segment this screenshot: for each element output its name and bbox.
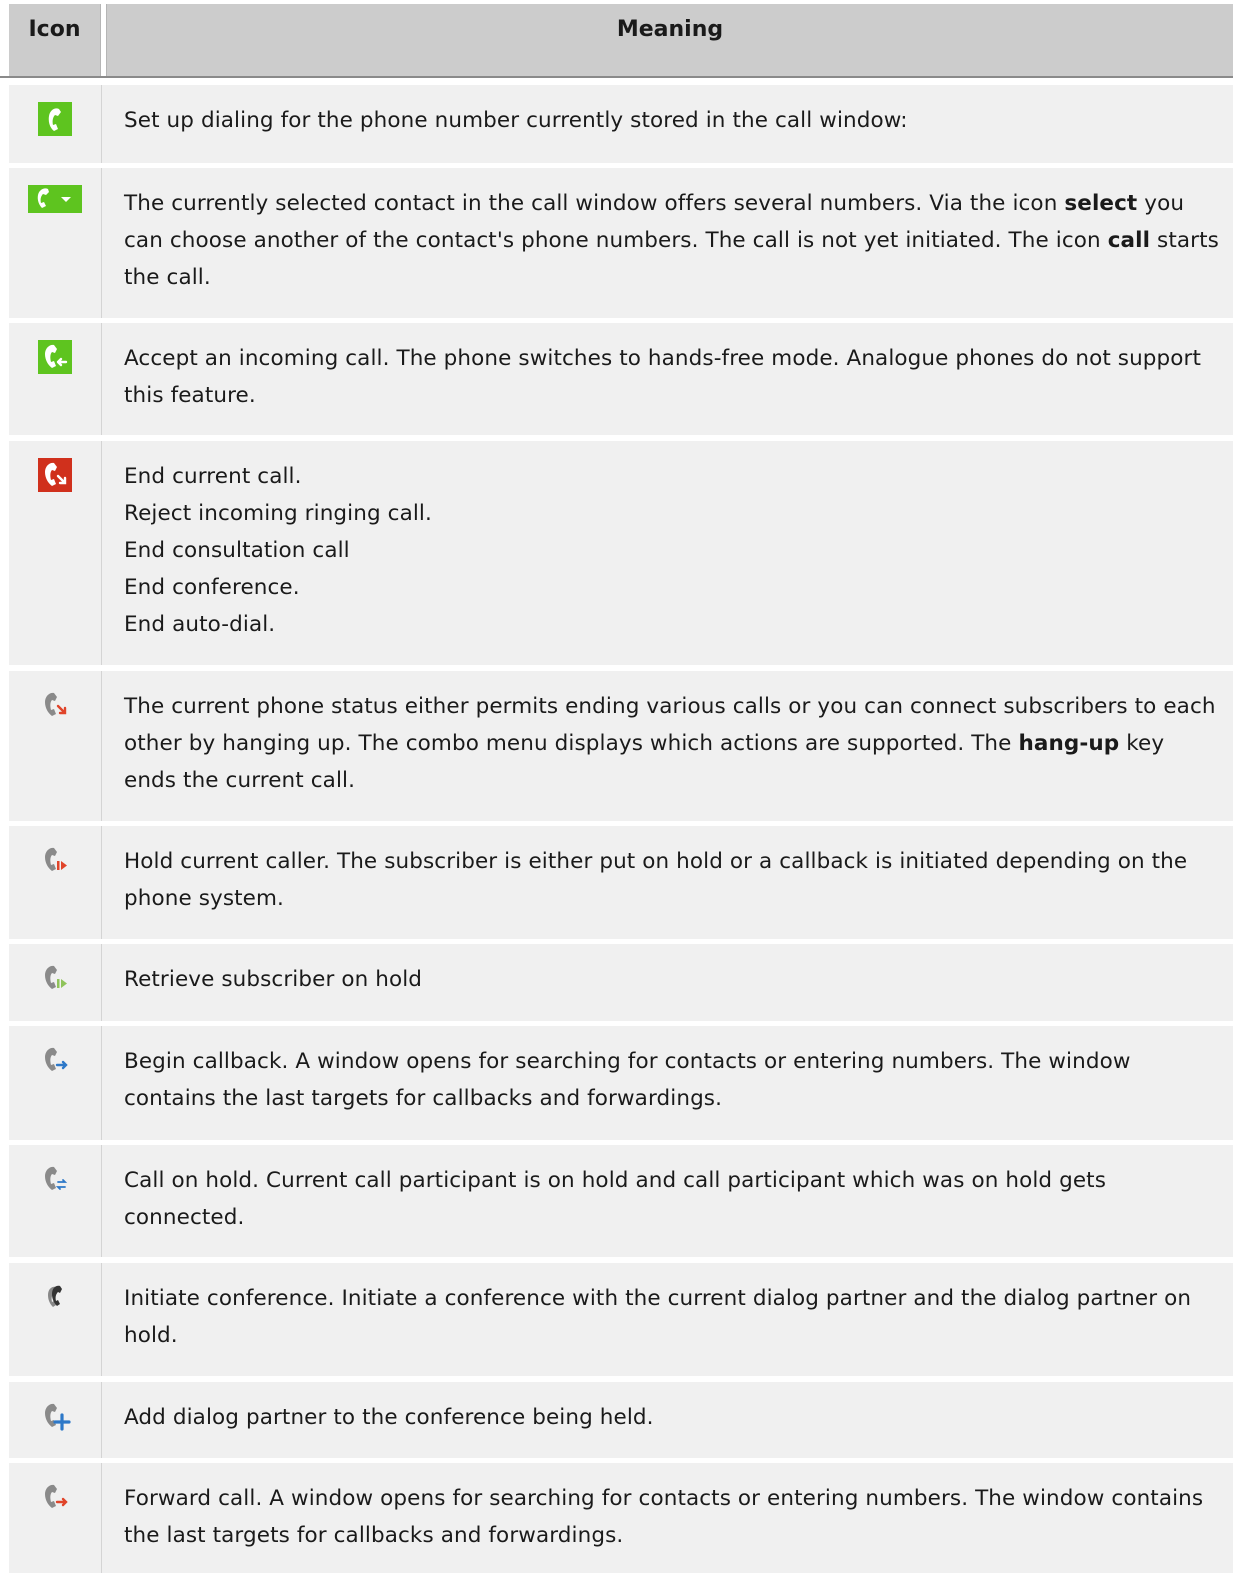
icon-cell (9, 671, 102, 821)
phone-hold-icon (38, 843, 72, 877)
meaning-segment: Hold current caller. The subscriber is e… (124, 849, 1188, 911)
phone-forward-icon (38, 1480, 72, 1514)
table-row: Set up dialing for the phone number curr… (9, 85, 1233, 163)
meaning-line: End conference. (124, 575, 300, 600)
table-row: Begin callback. A window opens for searc… (9, 1026, 1233, 1140)
header-icon-column: Icon (9, 4, 101, 77)
table-row: Hold current caller. The subscriber is e… (9, 826, 1233, 939)
meaning-keyword: hang-up (1018, 731, 1120, 756)
meaning-keyword: select (1064, 191, 1138, 216)
meaning-segment: Begin callback. A window opens for searc… (124, 1049, 1131, 1111)
meaning-text: Call on hold. Current call participant i… (124, 1162, 1221, 1236)
icon-cell (9, 1145, 102, 1257)
meaning-segment: Set up dialing for the phone number curr… (124, 108, 908, 133)
table-row: Forward call. A window opens for searchi… (9, 1463, 1233, 1573)
icon-cell (9, 1026, 102, 1140)
meaning-text: Forward call. A window opens for searchi… (124, 1480, 1221, 1554)
icon-cell (9, 323, 102, 435)
phone-toggle-icon (38, 1162, 72, 1196)
meaning-segment: Retrieve subscriber on hold (124, 967, 423, 992)
table-row: Initiate conference. Initiate a conferen… (9, 1263, 1233, 1376)
meaning-text: Accept an incoming call. The phone switc… (124, 340, 1221, 414)
table-row: Accept an incoming call. The phone switc… (9, 323, 1233, 435)
header-divider (0, 76, 1233, 78)
meaning-text: End current call. Reject incoming ringing… (124, 458, 1221, 643)
icon-cell (9, 1463, 102, 1573)
meaning-segment: Accept an incoming call. The phone switc… (124, 346, 1202, 408)
phone-green-icon (38, 102, 72, 136)
icon-cell (9, 441, 102, 665)
table-row: Add dialog partner to the conference bei… (9, 1382, 1233, 1458)
phone-hangup-grey-icon (38, 688, 72, 722)
meaning-segment: Call on hold. Current call participant i… (124, 1168, 1106, 1230)
icon-cell (9, 1263, 102, 1376)
table-row: End current call. Reject incoming ringing… (9, 441, 1233, 665)
meaning-line: Reject incoming ringing call. (124, 501, 432, 526)
meaning-text: Begin callback. A window opens for searc… (124, 1043, 1221, 1117)
table-row: The current phone status either permits … (9, 671, 1233, 821)
phone-conference-icon (38, 1280, 72, 1314)
table-row: Retrieve subscriber on hold (9, 944, 1233, 1021)
table-row: Call on hold. Current call participant i… (9, 1145, 1233, 1257)
meaning-text: The currently selected contact in the ca… (124, 185, 1221, 296)
meaning-line: End consultation call (124, 538, 350, 563)
meaning-text: Set up dialing for the phone number curr… (124, 102, 1221, 139)
meaning-segment: Forward call. A window opens for searchi… (124, 1486, 1204, 1548)
phone-accept-icon (38, 340, 72, 374)
icon-cell (9, 1382, 102, 1458)
meaning-text: Add dialog partner to the conference bei… (124, 1399, 1221, 1436)
icon-cell (9, 826, 102, 939)
meaning-text: Initiate conference. Initiate a conferen… (124, 1280, 1221, 1354)
meaning-line: End auto-dial. (124, 612, 276, 637)
phone-retrieve-icon (38, 961, 72, 995)
meaning-text: The current phone status either permits … (124, 688, 1221, 799)
phone-end-red-icon (38, 458, 72, 492)
meaning-segment: Initiate conference. Initiate a conferen… (124, 1286, 1192, 1348)
phone-callback-icon (38, 1043, 72, 1077)
icon-cell (9, 944, 102, 1021)
meaning-keyword: call (1107, 228, 1151, 253)
phone-add-partner-icon (38, 1399, 72, 1433)
meaning-text: Retrieve subscriber on hold (124, 961, 1221, 998)
icon-cell (9, 168, 102, 318)
header-meaning-column: Meaning (106, 4, 1233, 77)
meaning-line: End current call. (124, 464, 302, 489)
table-row: The currently selected contact in the ca… (9, 168, 1233, 318)
meaning-segment: Add dialog partner to the conference bei… (124, 1405, 654, 1430)
icon-cell (9, 85, 102, 163)
phone-green-dropdown-icon (28, 185, 82, 213)
meaning-text: Hold current caller. The subscriber is e… (124, 843, 1221, 917)
meaning-segment: The currently selected contact in the ca… (124, 191, 1065, 216)
